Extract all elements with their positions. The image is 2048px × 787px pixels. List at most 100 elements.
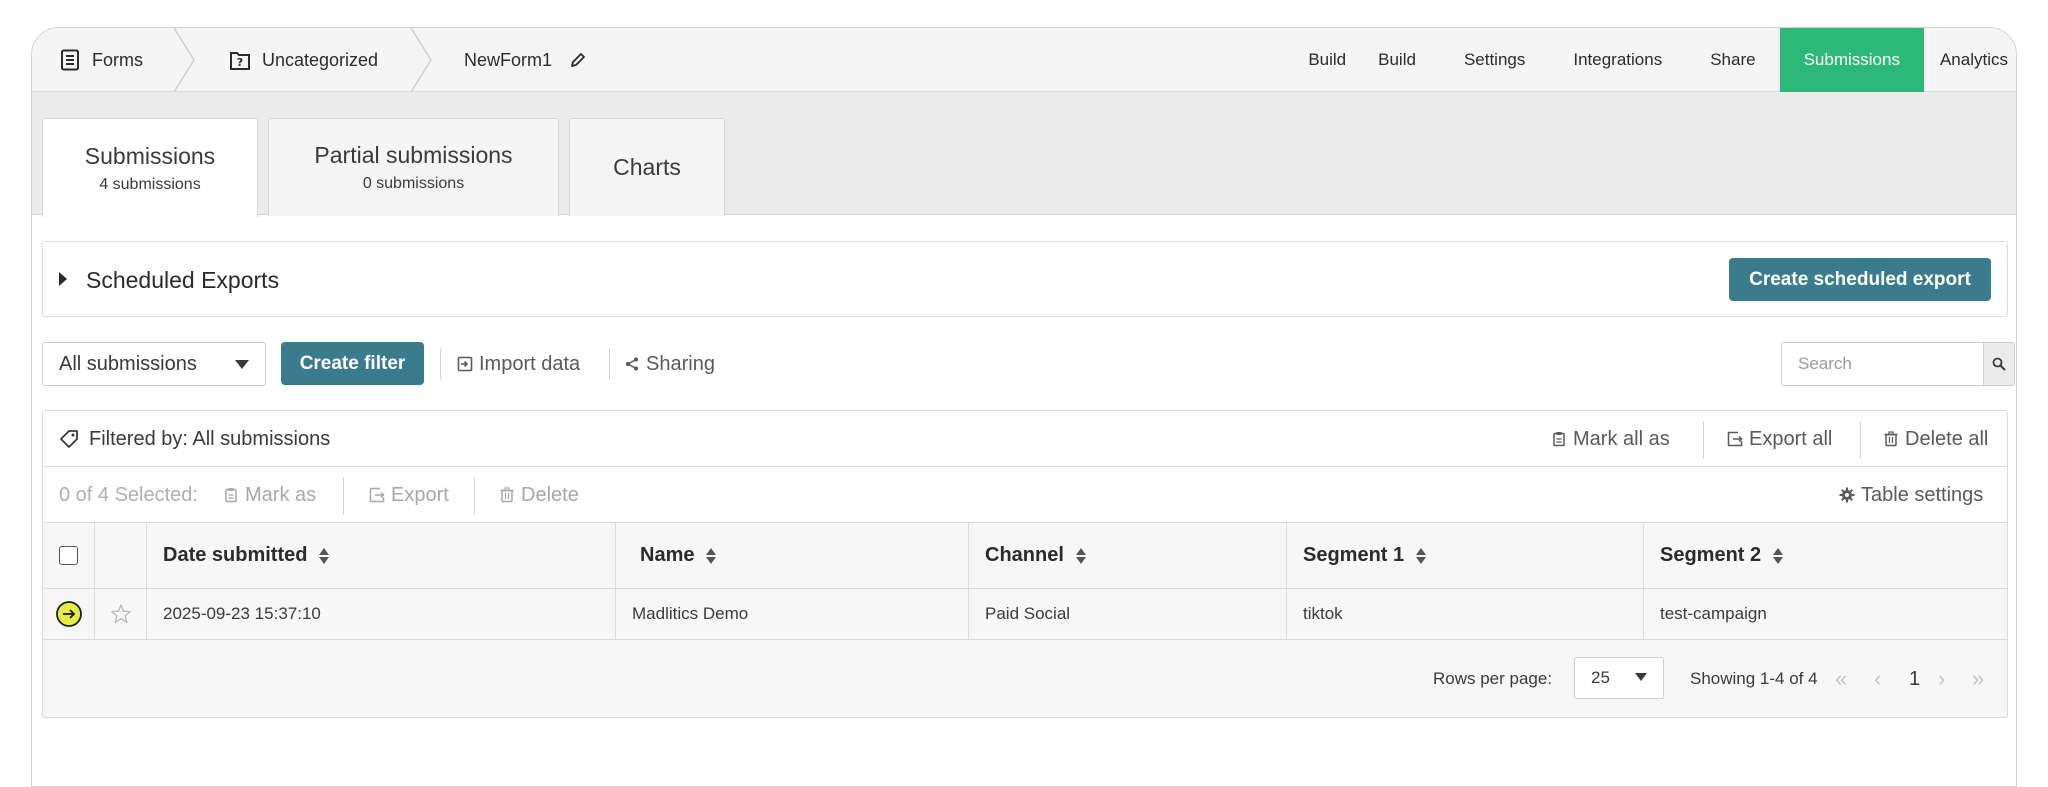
selection-count: 0 of 4 Selected: [59,483,198,506]
delete-button[interactable]: Delete [499,467,579,523]
search-button[interactable] [1983,342,2015,386]
current-page[interactable]: 1 [1909,640,1920,718]
selection-bar: 0 of 4 Selected: Mark as Export Delete T… [43,467,2007,523]
nav-integrations[interactable]: Integrations [1549,28,1686,92]
tab-title: Partial submissions [314,142,513,168]
scheduled-exports-panel: Scheduled Exports Create scheduled expor… [42,241,2008,317]
mark-as-button[interactable]: Mark as [223,467,316,523]
dropdown-arrow-icon [235,360,249,369]
cell-channel: Paid Social [969,589,1287,639]
rows-per-page-select[interactable]: 25 [1574,657,1664,699]
import-icon [457,356,473,372]
sort-icon [1416,547,1427,564]
star-column-header [95,523,147,588]
expand-caret-icon[interactable] [59,272,67,286]
filtered-by-text: Filtered by: All submissions [89,427,331,450]
nav-build[interactable]: Build [1354,28,1440,92]
breadcrumb-chevron-icon [410,28,432,92]
form-name: NewForm1 [464,49,553,70]
tab-charts[interactable]: Charts [569,118,725,216]
divider [440,348,441,380]
create-filter-button[interactable]: Create filter [281,342,424,385]
top-bar: Forms ? Uncategorized NewForm1 Build Bui… [32,28,2016,92]
rows-per-page-label: Rows per page: [1433,669,1553,688]
trash-icon [1883,431,1899,447]
cell-date: 2025-09-23 15:37:10 [147,589,616,639]
dropdown-arrow-icon [1635,673,1647,681]
mark-all-as-button[interactable]: Mark all as [1551,411,1670,467]
sort-icon [1773,547,1784,564]
table-settings-button[interactable]: Table settings [1839,467,1983,523]
search-input[interactable] [1781,342,1983,386]
column-name[interactable]: Name [616,523,969,588]
sort-icon [706,547,717,564]
sharing-link[interactable]: Sharing [624,342,715,386]
breadcrumb-forms-label: Forms [92,49,143,70]
row-open-cell [43,589,95,639]
table-settings-label: Table settings [1861,483,1984,506]
divider [343,477,344,515]
tab-subtitle: 0 submissions [362,175,465,192]
breadcrumb-forms[interactable]: Forms [58,28,143,92]
create-scheduled-export-button[interactable]: Create scheduled export [1729,258,1991,301]
divider [609,348,610,380]
export-icon [369,487,385,503]
select-all-checkbox[interactable] [59,546,78,565]
column-channel[interactable]: Channel [969,523,1287,588]
svg-text:?: ? [237,56,243,69]
breadcrumb-category-label: Uncategorized [262,49,379,70]
form-list-icon [58,48,82,72]
edit-pencil-icon[interactable] [568,50,588,70]
search-icon [1992,357,2006,371]
divider [474,477,475,515]
tab-submissions[interactable]: Submissions 4 submissions [42,118,258,217]
star-icon[interactable] [110,603,132,625]
export-all-label: Export all [1749,427,1833,450]
column-date-submitted[interactable]: Date submitted [147,523,616,588]
open-submission-arrow-icon[interactable] [55,600,83,628]
column-label: Date submitted [163,544,308,566]
mark-all-as-label: Mark all as [1573,427,1670,450]
select-all-cell [43,523,95,588]
import-data-label: Import data [479,352,581,375]
last-page-icon[interactable]: » [1972,640,1984,718]
app-frame: Forms ? Uncategorized NewForm1 Build Bui… [31,27,2017,787]
first-page-icon[interactable]: « [1835,640,1847,718]
nav-analytics[interactable]: Analytics [1924,28,2016,92]
filter-summary-bar: Filtered by: All submissions Mark all as… [43,411,2007,467]
delete-all-button[interactable]: Delete all [1883,411,1988,467]
export-icon [1727,431,1743,447]
export-all-button[interactable]: Export all [1727,411,1832,467]
main-nav: Build Build Settings Integrations Share … [1308,28,2016,92]
tab-partial-submissions[interactable]: Partial submissions 0 submissions [268,118,559,216]
breadcrumb-form-name: NewForm1 [464,28,588,92]
previous-page-icon[interactable]: ‹ [1874,640,1881,718]
clipboard-icon [1551,431,1567,447]
row-star-cell [95,589,147,639]
nav-settings[interactable]: Settings [1440,28,1549,92]
export-label: Export [391,483,449,506]
export-button[interactable]: Export [369,467,449,523]
showing-range: Showing 1-4 of 4 [1690,669,1818,688]
tab-title: Submissions [84,142,216,169]
submission-filter-select[interactable]: All submissions [42,342,266,386]
next-page-icon[interactable]: › [1938,640,1945,718]
nav-submissions[interactable]: Submissions [1779,28,1924,92]
delete-label: Delete [521,483,579,506]
folder-question-icon: ? [228,48,252,72]
import-data-link[interactable]: Import data [457,342,580,386]
cell-name: Madlitics Demo [616,589,969,639]
scheduled-exports-title[interactable]: Scheduled Exports [86,242,279,318]
column-segment-2[interactable]: Segment 2 [1644,523,2007,588]
trash-icon [499,487,515,503]
column-segment-1[interactable]: Segment 1 [1287,523,1644,588]
share-icon [624,356,640,372]
column-label: Segment 1 [1303,544,1405,566]
table-header-row: Date submitted Name Channel Segment 1 Se… [43,523,2007,589]
submission-tabs: Submissions 4 submissions Partial submis… [32,92,2016,217]
breadcrumb-category[interactable]: ? Uncategorized [228,28,378,92]
nav-build-plain[interactable]: Build [1308,28,1354,92]
nav-share[interactable]: Share [1686,28,1779,92]
table-row[interactable]: 2025-09-23 15:37:10 Madlitics Demo Paid … [43,589,2007,640]
sharing-label: Sharing [646,352,715,375]
